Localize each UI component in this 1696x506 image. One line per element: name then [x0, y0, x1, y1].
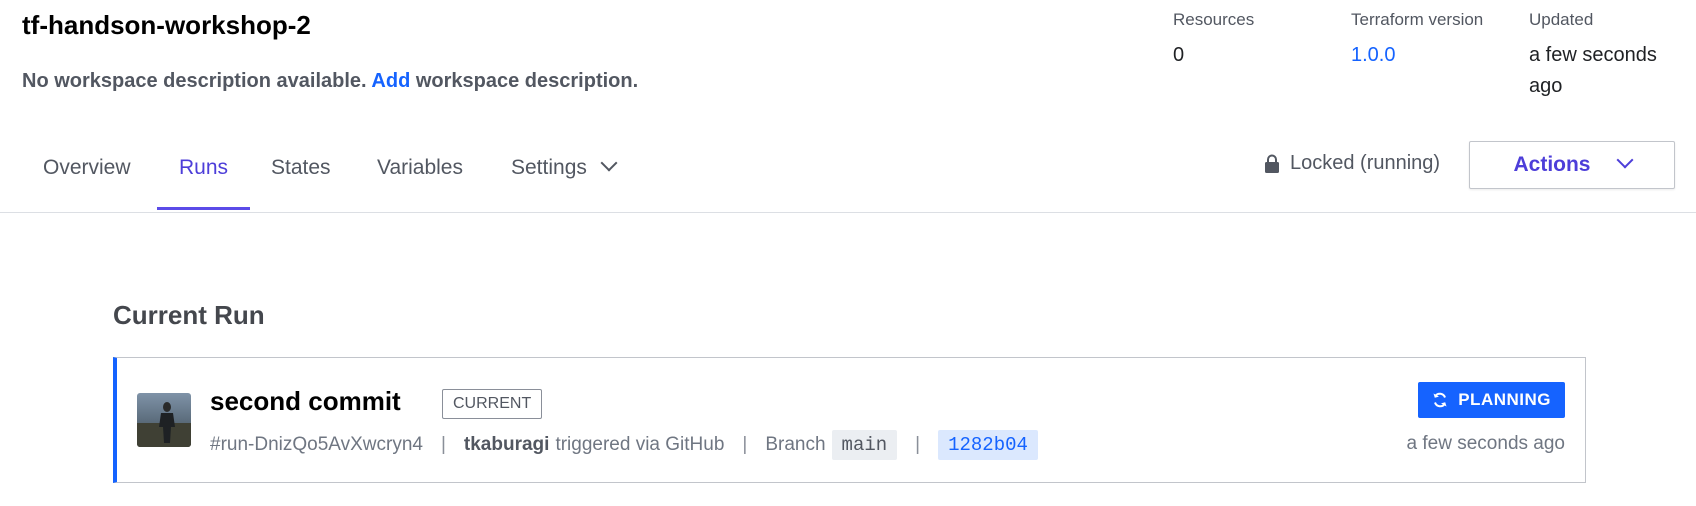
- workspace-description: No workspace description available. Add …: [22, 70, 638, 93]
- actions-label: Actions: [1513, 153, 1591, 176]
- run-user: tkaburagi: [463, 434, 550, 455]
- actions-button[interactable]: Actions: [1469, 141, 1675, 189]
- workspace-nav: Overview Runs States Variables Settings: [0, 140, 1696, 213]
- commit-sha-link[interactable]: 1282b04: [938, 430, 1038, 460]
- avatar: [137, 393, 191, 447]
- chevron-down-icon: [600, 154, 618, 172]
- resources-value: 0: [1173, 44, 1185, 66]
- separator: |: [742, 434, 748, 455]
- refresh-icon: [1433, 392, 1447, 408]
- tab-states[interactable]: States: [271, 156, 331, 210]
- resources-meta: Resources 0: [1173, 10, 1254, 71]
- run-meta: #run-DnizQo5AvXwcryn4 | tkaburagi trigge…: [210, 428, 1038, 462]
- branch-name: main: [831, 430, 898, 460]
- status-text: PLANNING: [1458, 390, 1551, 409]
- updated-meta: Updated a few seconds ago: [1529, 10, 1679, 102]
- tab-settings[interactable]: Settings: [511, 154, 618, 210]
- add-description-link[interactable]: Add: [371, 70, 410, 92]
- lock-status-text: Locked (running): [1290, 152, 1441, 174]
- terraform-version-label: Terraform version: [1351, 10, 1484, 29]
- avatar-image: [137, 393, 191, 447]
- status-badge: PLANNING: [1418, 382, 1565, 418]
- tab-runs[interactable]: Runs: [156, 156, 251, 210]
- run-timestamp: a few seconds ago: [1406, 433, 1565, 454]
- current-run-heading: Current Run: [113, 300, 265, 330]
- workspace-page: tf-handson-workshop-2 No workspace descr…: [0, 0, 1696, 506]
- description-text: No workspace description available.: [22, 70, 367, 92]
- description-suffix: workspace description.: [415, 70, 639, 92]
- current-run-card[interactable]: second commit CURRENT #run-DnizQo5AvXwcr…: [113, 357, 1586, 483]
- tab-overview[interactable]: Overview: [43, 156, 131, 210]
- updated-label: Updated: [1529, 10, 1594, 29]
- run-title-link[interactable]: second commit: [210, 386, 401, 417]
- tab-settings-label: Settings: [511, 156, 587, 179]
- resources-label: Resources: [1173, 10, 1255, 29]
- chevron-down-icon: [1616, 151, 1633, 169]
- branch-label: Branch: [765, 434, 826, 455]
- terraform-version-link[interactable]: 1.0.0: [1351, 40, 1483, 71]
- updated-value: a few seconds ago: [1529, 44, 1657, 97]
- workspace-title: tf-handson-workshop-2: [22, 10, 311, 40]
- run-id: #run-DnizQo5AvXwcryn4: [210, 434, 423, 455]
- terraform-version-meta: Terraform version 1.0.0: [1351, 10, 1483, 71]
- lock-icon: [1265, 154, 1279, 173]
- lock-status: Locked (running): [1264, 152, 1440, 175]
- tab-variables[interactable]: Variables: [377, 156, 463, 210]
- current-badge: CURRENT: [442, 389, 543, 419]
- run-trigger-text: triggered via GitHub: [555, 434, 725, 455]
- separator: |: [440, 434, 446, 455]
- separator: |: [915, 434, 921, 455]
